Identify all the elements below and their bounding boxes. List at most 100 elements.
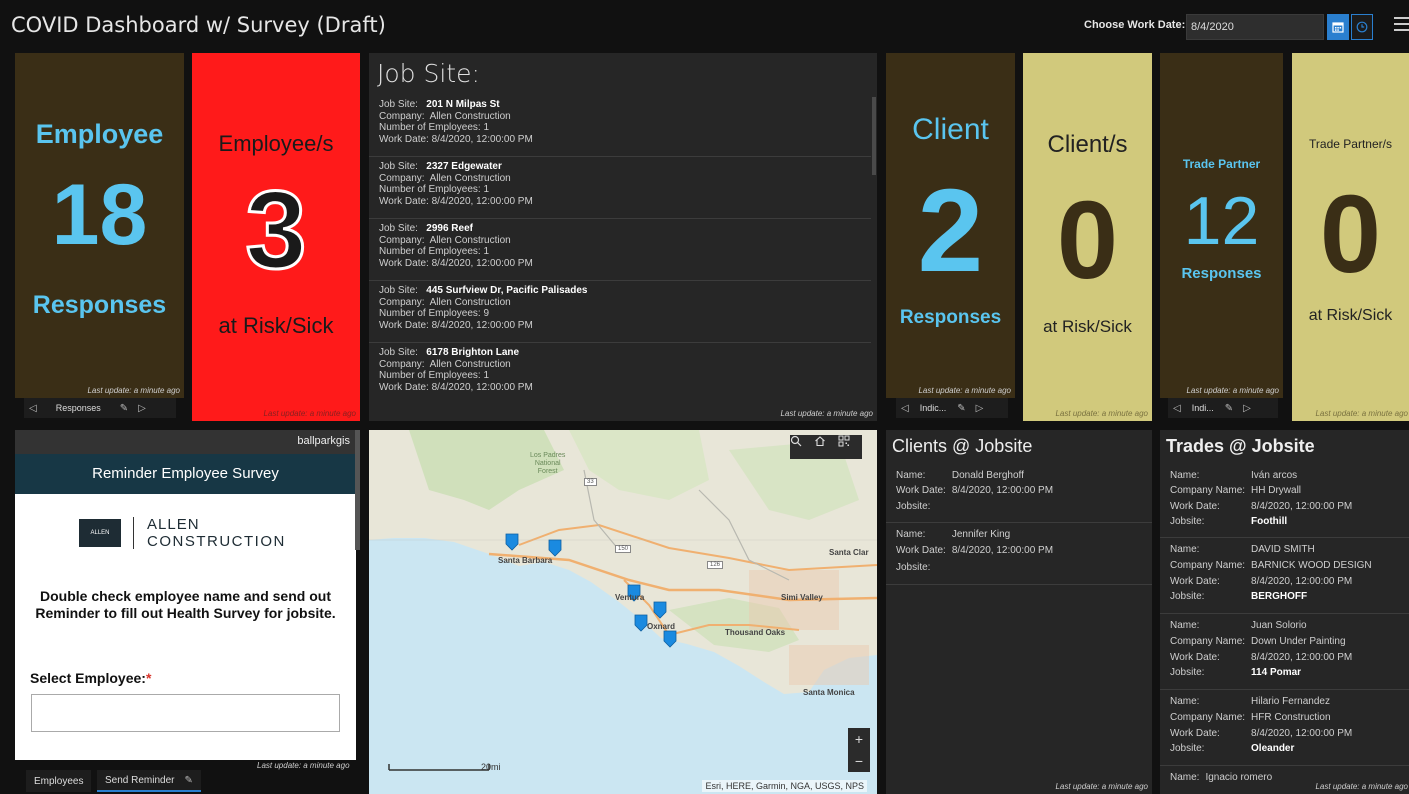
indicator-bottom-text: at Risk/Sick [1308, 307, 1393, 324]
label: Company: [379, 234, 425, 246]
list-item[interactable]: Job Site: 6178 Brighton Lane Company: Al… [369, 343, 871, 405]
list-item[interactable]: Name: Iván arcos Company Name: HH Drywall … [1160, 464, 1409, 538]
work-date: 8/4/2020, 12:00:00 PM [1251, 500, 1353, 512]
work-date-input[interactable] [1186, 14, 1324, 40]
highway-shield: 33 [584, 478, 597, 486]
label: Job Site: [379, 161, 418, 172]
indicator-top-text: Employee/s [218, 131, 334, 156]
job-site-name: 445 Surfview Dr, Pacific Palisades [426, 285, 588, 296]
label: Number of Employees: [379, 246, 481, 257]
job-site-name: 2996 Reef [426, 223, 473, 234]
previous-icon[interactable]: ◁ [896, 403, 914, 414]
company: Allen Construction [429, 234, 511, 246]
last-update: Last update: a minute ago [1315, 409, 1408, 418]
list-item[interactable]: Name: Jennifer King Work Date: 8/4/2020, 1… [886, 523, 1152, 585]
label: Company: [379, 358, 425, 370]
map-view[interactable]: Los Padres National Forest Santa Barbara… [369, 430, 877, 794]
label: Job Site: [379, 223, 418, 234]
edit-pencil-icon[interactable]: ✎ [1220, 403, 1238, 414]
trades-at-jobsite-panel: Trades @ Jobsite Name: Iván arcos Company… [1160, 430, 1409, 794]
work-date: 8/4/2020, 12:00:00 PM [951, 485, 1054, 497]
work-date: 8/4/2020, 12:00:00 PM [1251, 727, 1353, 739]
next-icon[interactable]: ▷ [971, 403, 989, 414]
list-item[interactable]: Name: DAVID SMITH Company Name: BARNICK WO… [1160, 538, 1409, 614]
map-search-button[interactable] [790, 435, 814, 459]
label: Number of Employees: [379, 184, 481, 195]
label: Number of Employees: [379, 308, 481, 319]
list-item[interactable]: Name: Juan Solorio Company Name: Down Unde… [1160, 614, 1409, 690]
company: HH Drywall [1251, 485, 1302, 497]
employee-count: 1 [483, 122, 490, 133]
select-employee-input[interactable] [31, 694, 340, 732]
list-item[interactable]: Job Site: 445 Surfview Dr, Pacific Palis… [369, 281, 871, 343]
calendar-button[interactable] [1327, 14, 1349, 40]
clients-list: Name: Donald Berghoff Work Date: 8/4/2020,… [886, 464, 1152, 585]
last-update: Last update: a minute ago [87, 386, 180, 395]
employee-pager: ◁ Responses ✎ ▷ [24, 398, 176, 418]
indicator-bottom-text: Responses [1181, 265, 1262, 282]
search-icon [790, 435, 802, 447]
edit-pencil-icon[interactable]: ✎ [952, 403, 970, 414]
label: Company Name: [1170, 485, 1246, 497]
list-item[interactable]: Name: Hilario Fernandez Company Name: HFR … [1160, 690, 1409, 766]
zoom-out-button[interactable]: − [848, 750, 870, 772]
edit-pencil-icon[interactable]: ✎ [115, 403, 133, 414]
page-title: COVID Dashboard w/ Survey (Draft) [11, 13, 386, 37]
work-date: 8/4/2020, 12:00:00 PM [1251, 575, 1353, 587]
map-attribution: Esri, HERE, Garmin, NGA, USGS, NPS [702, 780, 867, 792]
label: Number of Employees: [379, 370, 481, 381]
clients-at-jobsite-panel: Clients @ Jobsite Name: Donald Berghoff W… [886, 430, 1152, 794]
work-date-label: Choose Work Date: [1084, 19, 1186, 31]
label: Company: [379, 172, 425, 184]
work-date: 8/4/2020, 12:00:00 PM [431, 319, 533, 331]
edit-pencil-icon[interactable]: ✎ [184, 775, 192, 786]
job-site-name: 201 N Milpas St [426, 99, 500, 110]
work-date: 8/4/2020, 12:00:00 PM [431, 195, 533, 207]
label: Jobsite: [1170, 515, 1205, 527]
tab-label: Send Reminder [105, 774, 175, 786]
trade-name: Juan Solorio [1251, 620, 1307, 631]
list-item[interactable]: Name: Donald Berghoff Work Date: 8/4/2020,… [886, 464, 1152, 523]
last-update: Last update: a minute ago [780, 409, 873, 418]
previous-icon[interactable]: ◁ [1168, 403, 1186, 414]
survey-username[interactable]: ballparkgis [297, 435, 350, 447]
indicator-bottom-text: at Risk/Sick [218, 313, 334, 338]
logo-divider [133, 517, 134, 549]
job-site-name: 6178 Brighton Lane [426, 347, 520, 358]
trade-name: Hilario Fernandez [1251, 696, 1330, 707]
client-name: Jennifer King [951, 529, 1011, 540]
client-pager: ◁ Indic... ✎ ▷ [896, 398, 1008, 418]
tab-employees[interactable]: Employees [26, 770, 92, 792]
previous-icon[interactable]: ◁ [24, 403, 42, 414]
client-responses-indicator: Client 2 Responses Last update: a minute… [886, 53, 1015, 398]
clock-button[interactable] [1351, 14, 1373, 40]
label: Job Site: [379, 347, 418, 358]
select-employee-label: Select Employee:* [30, 670, 151, 686]
pager-label: Indic... [919, 403, 947, 413]
map-qr-button[interactable] [838, 435, 862, 459]
jobsite [952, 562, 1142, 578]
job-site-list-panel: Job Site: Job Site: 201 N Milpas St Comp… [369, 53, 877, 421]
scrollbar[interactable] [872, 97, 876, 175]
next-icon[interactable]: ▷ [1238, 403, 1256, 414]
zoom-in-button[interactable]: + [848, 728, 870, 750]
pager-label: Responses [55, 403, 101, 413]
hamburger-menu-icon[interactable] [1394, 17, 1409, 35]
list-item[interactable]: Job Site: 2996 Reef Company: Allen Const… [369, 219, 871, 281]
label-text: Select Employee: [30, 670, 146, 686]
list-item[interactable]: Job Site: 201 N Milpas St Company: Allen… [369, 95, 871, 157]
next-icon[interactable]: ▷ [133, 403, 151, 414]
tab-send-reminder[interactable]: Send Reminder ✎ [97, 770, 201, 792]
map-label: Santa Clar [829, 548, 869, 557]
trade-pager: ◁ Indi... ✎ ▷ [1168, 398, 1278, 418]
label: Job Site: [379, 99, 418, 110]
map-home-button[interactable] [814, 435, 838, 459]
scrollbar[interactable] [355, 430, 360, 550]
label: Company Name: [1170, 711, 1246, 723]
home-icon [815, 436, 825, 447]
indicator-top-text: Client/s [1047, 131, 1128, 158]
employee-count: 1 [483, 184, 490, 195]
label: Name: [896, 470, 926, 481]
company: Allen Construction [429, 110, 511, 122]
list-item[interactable]: Job Site: 2327 Edgewater Company: Allen … [369, 157, 871, 219]
